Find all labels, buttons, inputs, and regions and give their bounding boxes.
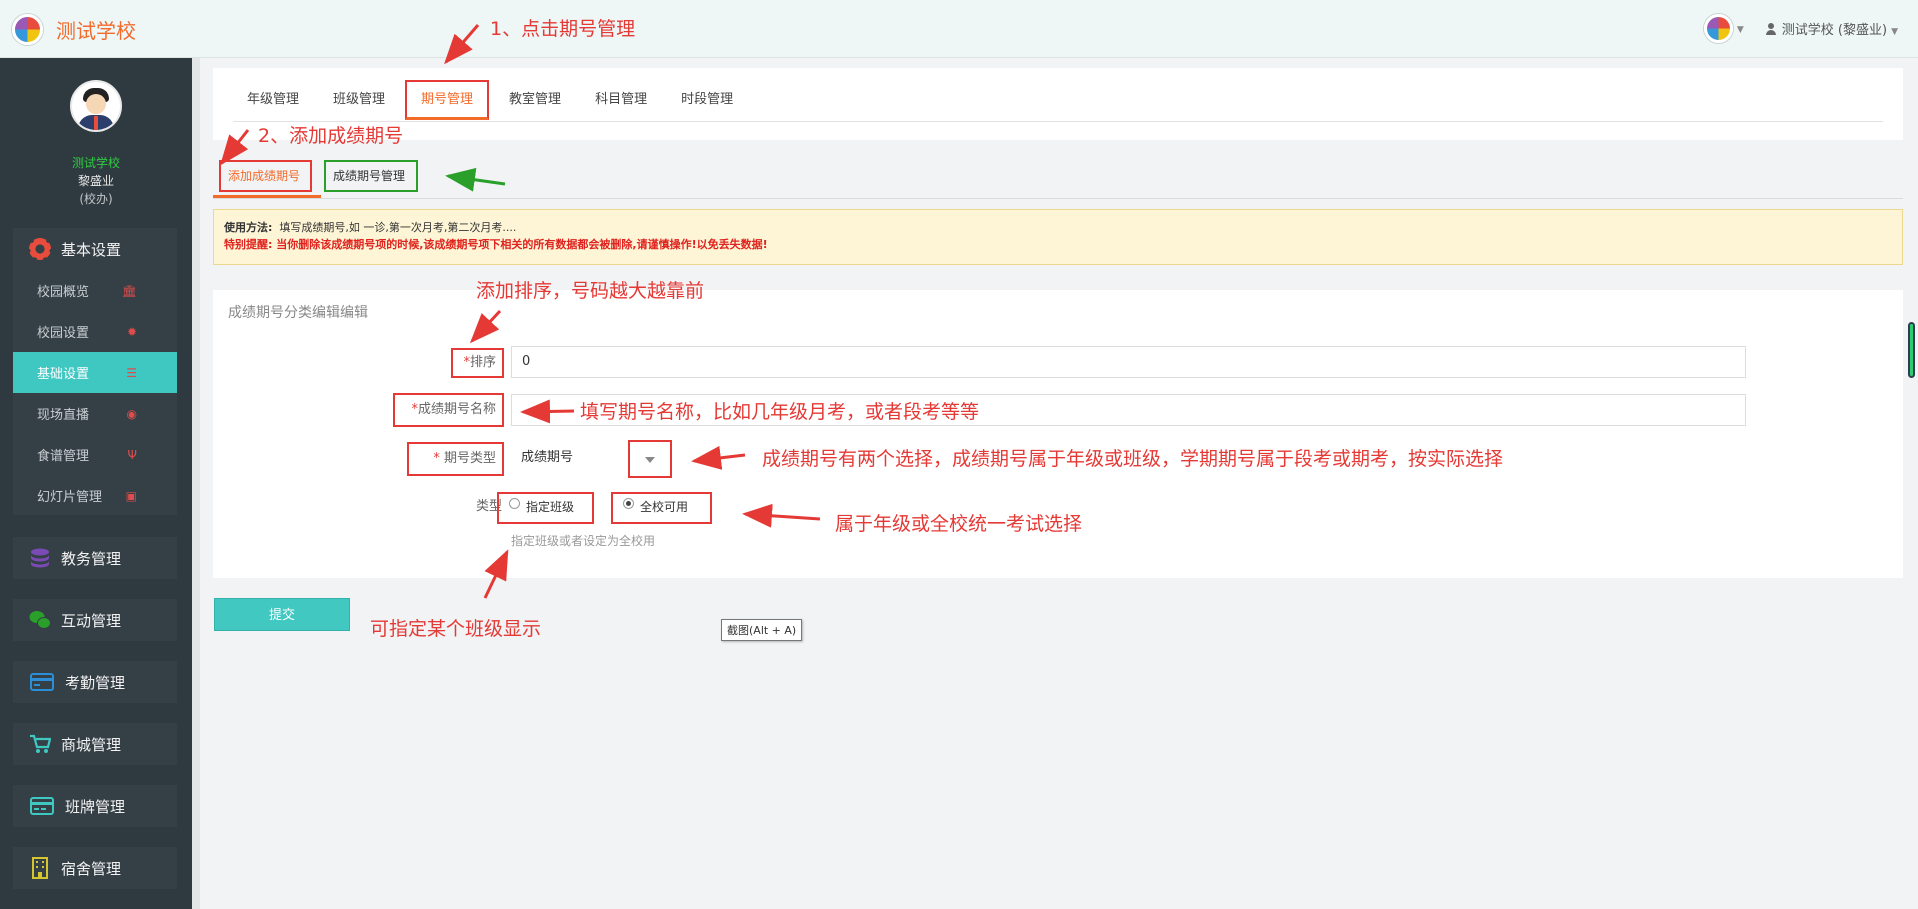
radio-specific-class[interactable]: 指定班级 [497, 492, 594, 524]
sidebar-item-basic-settings[interactable]: 基本设置 [13, 228, 177, 270]
sidebar-item-label: 考勤管理 [65, 673, 126, 692]
term-type-label: * 期号类型 [407, 442, 504, 476]
annotation-scope: 属于年级或全校统一考试选择 [835, 513, 1083, 535]
sidebar-item-label: 幻灯片管理 [37, 490, 103, 505]
list-icon: ☰ [126, 365, 137, 380]
subtab-bar: 添加成绩期号 成绩期号管理 [213, 157, 1903, 199]
tabs-panel: 年级管理 班级管理 期号管理 教室管理 科目管理 时段管理 [213, 68, 1903, 140]
chevron-down-icon[interactable] [628, 440, 672, 478]
cart-icon [30, 734, 51, 753]
usage-text: 填写成绩期号,如 一诊,第一次月考,第二次月考.... [279, 221, 517, 234]
form-title: 成绩期号分类编辑编辑 [228, 305, 368, 321]
warning-text: 特别提醒: 当你删除该成绩期号项的时候,该成绩期号项下相关的所有数据都会被删除,… [224, 238, 768, 251]
sidebar-item-label: 宿舍管理 [61, 859, 122, 878]
annotation-order: 添加排序，号码越大越靠前 [476, 280, 705, 302]
sidebar-item-slides[interactable]: 幻灯片管理 ▣ [13, 475, 177, 516]
sidebar-item-label: 校园概览 [37, 285, 90, 300]
usage-label: 使用方法: [224, 221, 273, 234]
sidebar-item-label: 商城管理 [61, 735, 122, 754]
tab-bar: 年级管理 班级管理 期号管理 教室管理 科目管理 时段管理 [233, 78, 1883, 122]
radio-whole-school[interactable]: 全校可用 [611, 492, 712, 524]
active-subtab-underline [213, 195, 321, 198]
profile-school: 测试学校 [71, 156, 120, 170]
sidebar-divider [192, 58, 200, 909]
chevron-down-icon: ▼ [1736, 25, 1744, 35]
sidebar-item-label: 基础设置 [37, 367, 90, 382]
submit-button[interactable]: 提交 [214, 598, 350, 631]
scope-help-text: 指定班级或者设定为全校用 [511, 534, 656, 548]
school-logo [12, 14, 43, 45]
picture-icon: ▣ [125, 488, 137, 503]
sidebar-item-campus-overview[interactable]: 校园概览 🏛 [13, 270, 177, 311]
order-label: *排序 [451, 348, 504, 378]
eye-icon: ◉ [126, 406, 137, 421]
scrollbar-thumb[interactable] [1908, 322, 1915, 378]
sidebar-item-dormitory[interactable]: 宿舍管理 [13, 847, 177, 889]
tab-classroom-management[interactable]: 教室管理 [495, 78, 575, 122]
order-input[interactable]: 0 [511, 346, 1746, 378]
school-title: 测试学校 [56, 19, 136, 43]
sidebar-item-label: 基本设置 [61, 240, 122, 259]
nav-group-basic-settings: 基本设置 校园概览 🏛 校园设置 ✹ 基础设置 ☰ 现场直播 ◉ 食谱管理 Ψ … [13, 228, 177, 515]
sidebar-item-mall[interactable]: 商城管理 [13, 723, 177, 765]
sidebar-item-academic[interactable]: 教务管理 [13, 537, 177, 579]
sidebar-item-campus-settings[interactable]: 校园设置 ✹ [13, 311, 177, 352]
sidebar-item-live-stream[interactable]: 现场直播 ◉ [13, 393, 177, 434]
annotation-type: 成绩期号有两个选择，成绩期号属于年级或班级，学期期号属于段考或期考，按实际选择 [762, 448, 1504, 470]
radio-checked-icon [623, 498, 634, 509]
app-logo-icon [1703, 14, 1733, 43]
sidebar-item-label: 教务管理 [61, 549, 122, 568]
profile-name: 黎盛业 [77, 174, 114, 188]
annotation-class: 可指定某个班级显示 [370, 618, 542, 640]
radio-icon [509, 498, 520, 509]
sidebar-item-label: 食谱管理 [37, 449, 90, 464]
top-bar: 测试学校 ▼ 测试学校 (黎盛业) ▼ [0, 0, 1918, 58]
sidebar-item-label: 互动管理 [61, 611, 122, 630]
top-right-area: ▼ 测试学校 (黎盛业) ▼ [1703, 14, 1898, 43]
screenshot-tooltip: 截图(Alt + A) [721, 619, 803, 641]
annotation-step2: 2、添加成绩期号 [258, 125, 404, 147]
profile-role: (校办) [79, 192, 113, 206]
tab-term-management[interactable]: 期号管理 [405, 80, 490, 120]
cutlery-icon: Ψ [127, 447, 137, 462]
subtab-add-score-term[interactable]: 添加成绩期号 [219, 160, 312, 192]
user-menu-label: 测试学校 (黎盛业) [1781, 23, 1888, 38]
card-icon [30, 673, 54, 691]
avatar [70, 80, 122, 132]
chevron-down-icon: ▼ [1891, 27, 1898, 37]
credit-card-icon [30, 797, 54, 815]
sidebar-item-interaction[interactable]: 互动管理 [13, 599, 177, 641]
term-name-label: *成绩期号名称 [393, 393, 504, 427]
sidebar-item-basic-config[interactable]: 基础设置 ☰ [13, 352, 177, 393]
sidebar-item-recipes[interactable]: 食谱管理 Ψ [13, 434, 177, 475]
tab-grade-management[interactable]: 年级管理 [233, 78, 313, 122]
sidebar-item-label: 校园设置 [37, 326, 90, 341]
tab-subject-management[interactable]: 科目管理 [581, 78, 661, 122]
gear-icon: ✹ [126, 324, 137, 339]
sidebar-item-attendance[interactable]: 考勤管理 [13, 661, 177, 703]
database-icon [31, 548, 49, 568]
sidebar-item-label: 现场直播 [37, 408, 90, 423]
annotation-name: 填写期号名称，比如几年级月考，或者段考等等 [580, 401, 980, 423]
tab-period-management[interactable]: 时段管理 [667, 78, 747, 122]
subtab-manage-score-term[interactable]: 成绩期号管理 [324, 160, 418, 192]
wechat-icon [29, 611, 51, 629]
bank-icon: 🏛 [121, 283, 137, 298]
user-icon [1765, 23, 1776, 35]
usage-notice: 使用方法: 填写成绩期号,如 一诊,第一次月考,第二次月考.... 特别提醒: … [213, 209, 1903, 265]
user-menu[interactable]: 测试学校 (黎盛业) ▼ [1765, 19, 1898, 38]
tab-class-management[interactable]: 班级管理 [319, 78, 399, 122]
sidebar-item-class-board[interactable]: 班牌管理 [13, 785, 177, 827]
annotation-step1: 1、点击期号管理 [490, 18, 636, 40]
gear-icon [29, 238, 51, 260]
building-icon [32, 857, 48, 879]
app-switcher[interactable]: ▼ [1703, 14, 1744, 43]
sidebar-item-label: 班牌管理 [65, 797, 126, 816]
